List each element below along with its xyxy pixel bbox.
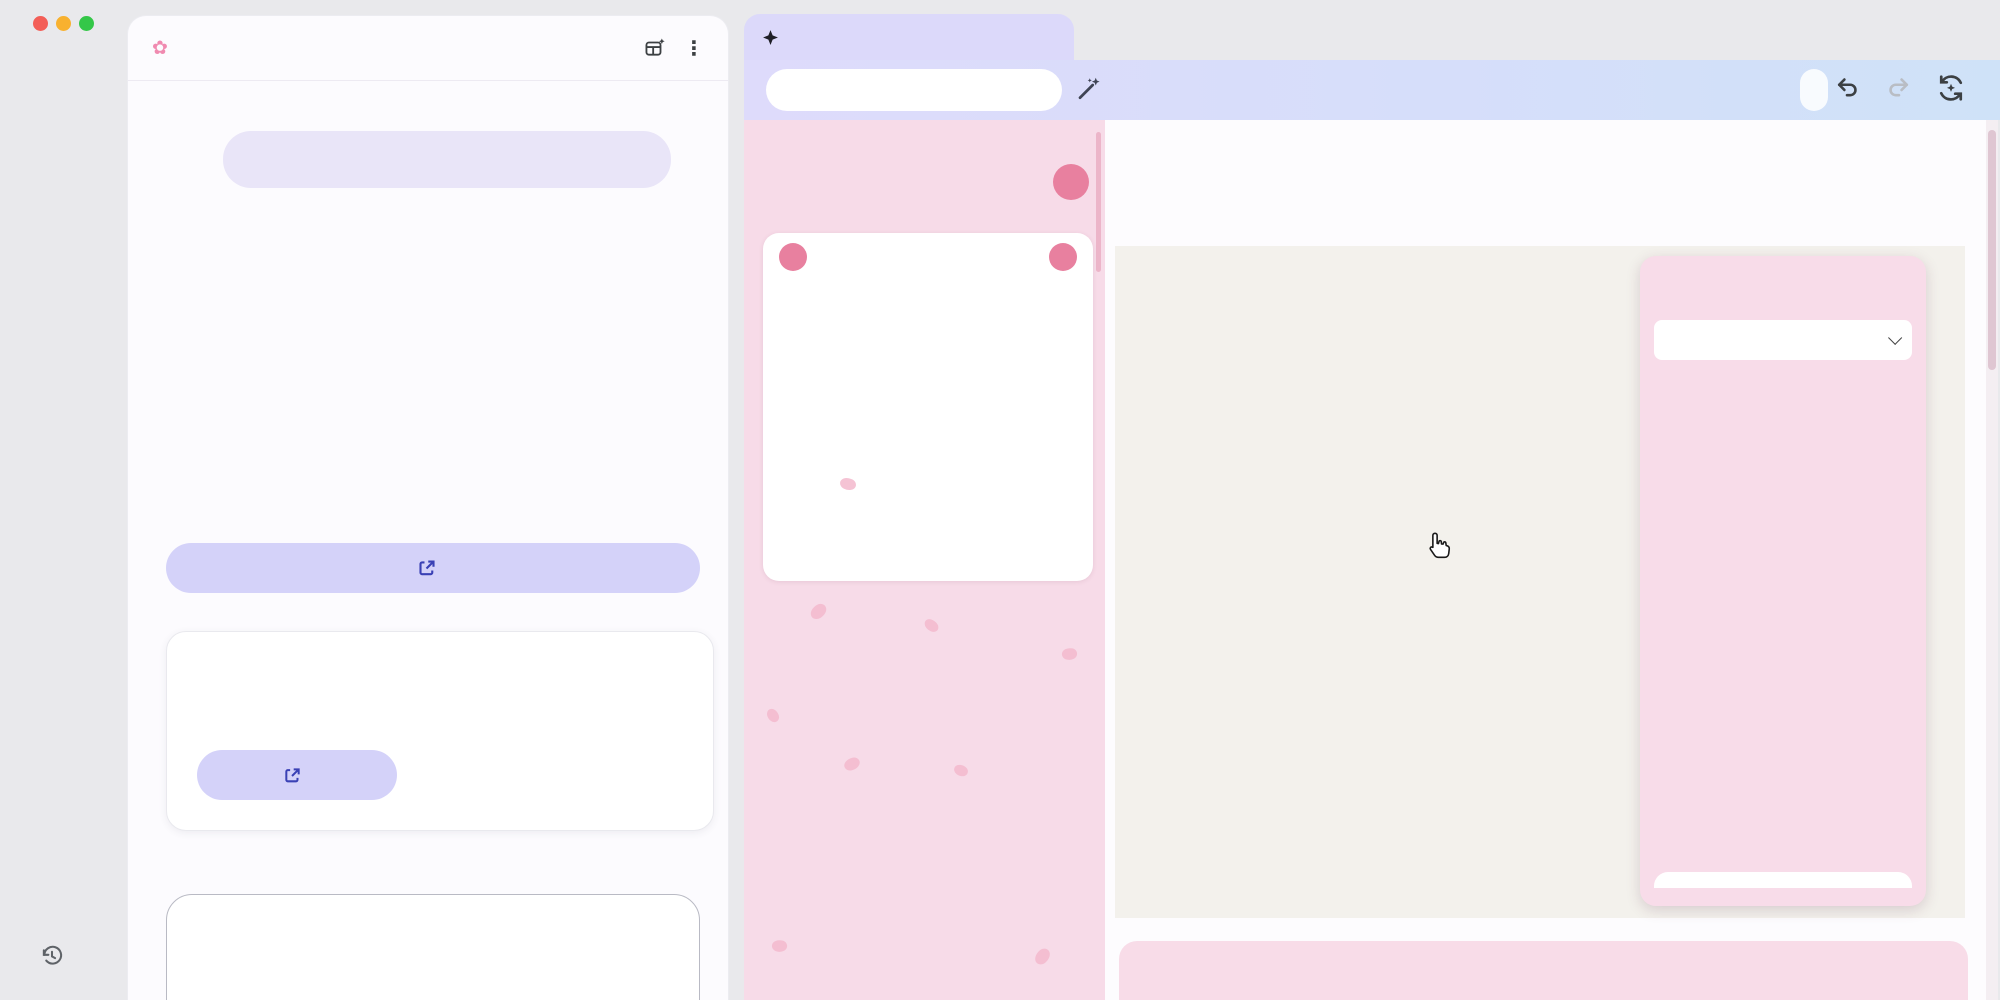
chat-header: ✿ ⋮ <box>128 16 728 81</box>
undo-icon[interactable] <box>1834 75 1860 106</box>
chat-panel: ✿ ⋮ <box>128 16 728 1000</box>
external-link-icon <box>283 766 302 785</box>
followup-input[interactable] <box>166 894 700 1000</box>
tab-strip <box>744 10 2000 60</box>
kebab-menu-icon[interactable]: ⋮ <box>684 36 704 61</box>
sync-sparkle-icon[interactable] <box>1936 73 1966 108</box>
spot-type-select[interactable] <box>1654 320 1912 360</box>
screen: ✿ ⋮ <box>0 0 2000 1000</box>
trip-planning-panel <box>744 120 1105 1000</box>
maximize-window-button[interactable] <box>79 16 94 31</box>
external-link-icon <box>417 558 437 578</box>
redo-icon[interactable] <box>1886 75 1912 106</box>
sakura-icon: ✿ <box>152 37 168 60</box>
panel-scrollbar[interactable] <box>1096 132 1101 272</box>
open-gentab-button[interactable] <box>197 750 397 800</box>
tab-active-osaka-planner[interactable] <box>744 14 1074 60</box>
chevron-down-icon <box>1888 331 1902 345</box>
calendar-prev-button[interactable] <box>779 243 807 271</box>
window-controls <box>33 16 94 31</box>
open-all-in-tabs-button[interactable] <box>166 543 700 593</box>
calendar-card <box>763 233 1093 581</box>
history-icon[interactable] <box>40 944 64 973</box>
page-scrollbar-thumb[interactable] <box>1988 130 1996 370</box>
minimize-window-button[interactable] <box>56 16 71 31</box>
close-window-button[interactable] <box>33 16 48 31</box>
crowd-section <box>1119 941 1968 1000</box>
chat-scroll-area[interactable] <box>128 81 728 1000</box>
gentab-grid-sparkle-icon[interactable] <box>644 37 666 59</box>
toolbar-overflow-pill[interactable] <box>1800 69 1828 111</box>
gentab-ready-card <box>166 631 714 831</box>
spot-card-partial <box>1654 872 1912 888</box>
gentab-toolbar <box>744 60 2000 120</box>
custom-update-input[interactable] <box>766 69 1062 111</box>
calendar-next-button[interactable] <box>1049 243 1077 271</box>
spark-diamond-icon <box>762 29 779 46</box>
viewing-spots-panel <box>1640 256 1926 906</box>
collapse-panel-button[interactable] <box>1053 164 1089 200</box>
user-message-bubble <box>223 131 671 188</box>
magic-wand-icon[interactable] <box>1074 73 1104 108</box>
